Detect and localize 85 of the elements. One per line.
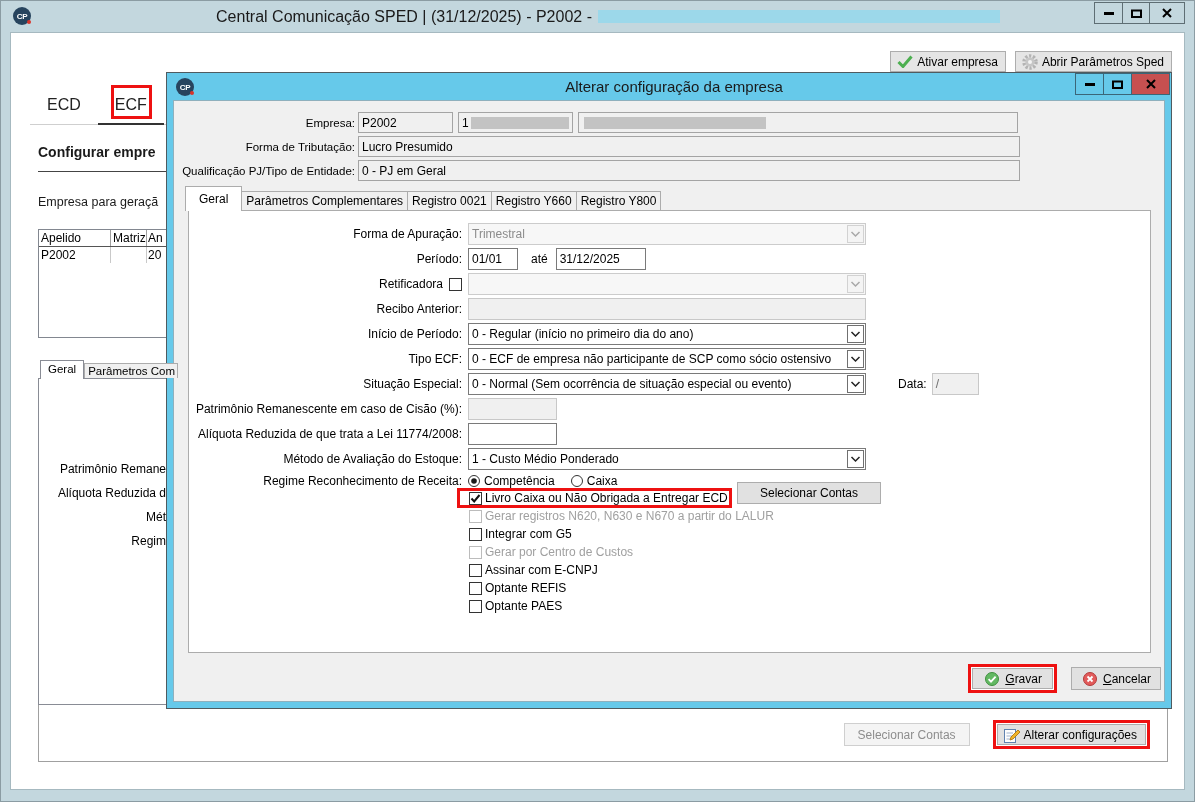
select-accounts-button[interactable]: Selecionar Contas <box>737 482 881 504</box>
field-label: Patrimônio Remanescente em caso de Cisão (%): <box>195 402 462 416</box>
dropdown[interactable]: 0 - Normal (Sem ocorrência de situação especial ou evento) <box>468 373 866 395</box>
table-cell-text: 20 <box>147 247 163 263</box>
dropdown[interactable]: 1 - Custo Médio Ponderado <box>468 448 866 470</box>
tab[interactable]: Registro Y660 <box>490 191 577 210</box>
tab[interactable]: ECF <box>97 84 164 125</box>
chevron-down-icon <box>847 275 864 293</box>
field-label: até <box>531 252 548 266</box>
tab[interactable]: Geral <box>185 186 243 211</box>
column-header: Apelido <box>39 230 111 246</box>
field-label: Recibo Anterior: <box>376 302 462 316</box>
dropdown[interactable]: 0 - ECF de empresa não participante de SCP como sócio ostensivo <box>468 348 866 370</box>
field-label: Empresa: <box>304 116 355 129</box>
chevron-down-icon <box>847 350 864 368</box>
tab[interactable]: Geral <box>40 360 85 379</box>
checkbox-option[interactable]: Optante REFIS <box>468 579 567 597</box>
tab[interactable]: Registro Y800 <box>575 191 662 210</box>
window-title: Central Comunicação SPED | (31/12/2025) - P2002 - <box>216 7 592 26</box>
minimize-button[interactable] <box>1075 73 1104 95</box>
field-label: Mét <box>146 509 166 525</box>
column-header: Matriz <box>111 230 147 246</box>
dialog-title: Alterar configuração da empresa <box>565 78 783 95</box>
chevron-down-icon <box>847 375 864 393</box>
minimize-icon <box>1084 82 1095 86</box>
radio-option[interactable]: Competência <box>468 474 555 488</box>
chevron-down-icon <box>847 325 864 343</box>
checkbox-option[interactable]: Optante PAES <box>468 597 563 615</box>
field-label: Patrimônio Remane <box>59 461 166 477</box>
field-label: Alíquota Reduzida d <box>57 485 166 501</box>
field-label: Regim <box>131 533 166 549</box>
close-icon <box>1162 8 1172 18</box>
prompt-text: Empresa para geraçã <box>38 194 160 210</box>
checkbox-option[interactable]: Assinar com E-CNPJ <box>468 561 598 579</box>
check-circle-icon <box>985 671 1000 686</box>
app-logo: CP <box>176 78 194 96</box>
read-only-field[interactable] <box>578 112 1018 133</box>
maximize-icon <box>1112 79 1123 89</box>
read-only-field[interactable]: Lucro Presumido <box>358 136 1020 157</box>
number-field[interactable] <box>468 423 557 445</box>
chevron-down-icon <box>847 225 864 243</box>
column-header: An <box>147 230 164 246</box>
field-label: Retificadora <box>378 277 443 291</box>
dialog-button[interactable]: Cancelar <box>1070 667 1161 690</box>
field-label: Início de Período: <box>367 327 462 341</box>
date-field[interactable]: 31/12/2025 <box>555 248 646 270</box>
tab[interactable]: Parâmetros Complementares <box>241 191 409 210</box>
read-only-field[interactable]: 0 - PJ em Geral <box>358 160 1020 181</box>
x-circle-icon <box>1082 671 1097 686</box>
checkbox-option[interactable]: Integrar com G5 <box>468 525 572 543</box>
dialog-button[interactable]: Gravar <box>968 664 1057 693</box>
tab[interactable]: ECD <box>30 84 98 125</box>
field-label: Forma de Tributação: <box>244 140 355 153</box>
checkbox-option[interactable]: Livro Caixa ou Não Obrigada a Entregar ECD <box>457 488 732 508</box>
field-label: Tipo ECF: <box>408 352 462 366</box>
table-cell: P2002 <box>39 247 111 263</box>
maximize-button[interactable] <box>1122 2 1150 24</box>
app-logo: CP <box>13 7 31 25</box>
check-icon <box>897 55 914 68</box>
radio-option[interactable]: Caixa <box>570 474 618 488</box>
field-label: Regime Reconhecimento de Receita: <box>263 474 462 488</box>
field-label: Forma de Apuração: <box>353 227 462 241</box>
dropdown[interactable]: 0 - Regular (início no primeiro dia do ano) <box>468 323 866 345</box>
close-icon <box>1145 79 1156 89</box>
field-label: Qualificação PJ/Tipo de Entidade: <box>181 164 355 177</box>
read-only-field[interactable]: 1 <box>458 112 573 133</box>
field-label: Método de Avaliação do Estoque: <box>283 452 462 466</box>
edit-icon <box>1003 726 1020 743</box>
maximize-icon <box>1130 8 1142 18</box>
field-label: Data: <box>898 377 927 391</box>
toolbar-button[interactable]: Ativar empresa <box>890 51 1006 72</box>
toolbar-button[interactable]: Abrir Parâmetros Sped <box>1014 51 1172 72</box>
minimize-icon <box>1103 11 1114 15</box>
read-only-field[interactable]: P2002 <box>358 112 453 133</box>
field-label: Situação Especial: <box>363 377 462 391</box>
date-field[interactable]: 01/01 <box>468 248 518 270</box>
footer-button[interactable]: Alterar configurações <box>992 720 1150 749</box>
tab[interactable]: Parâmetros Com <box>84 363 179 378</box>
chevron-down-icon <box>847 450 864 468</box>
close-button[interactable] <box>1149 2 1185 24</box>
minimize-button[interactable] <box>1094 2 1123 24</box>
field-label: Alíquota Reduzida de que trata a Lei 11774/2008: <box>198 427 462 441</box>
tab[interactable]: Registro 0021 <box>407 191 492 210</box>
field-label: Período: <box>416 252 462 266</box>
gear-icon <box>1021 53 1038 70</box>
